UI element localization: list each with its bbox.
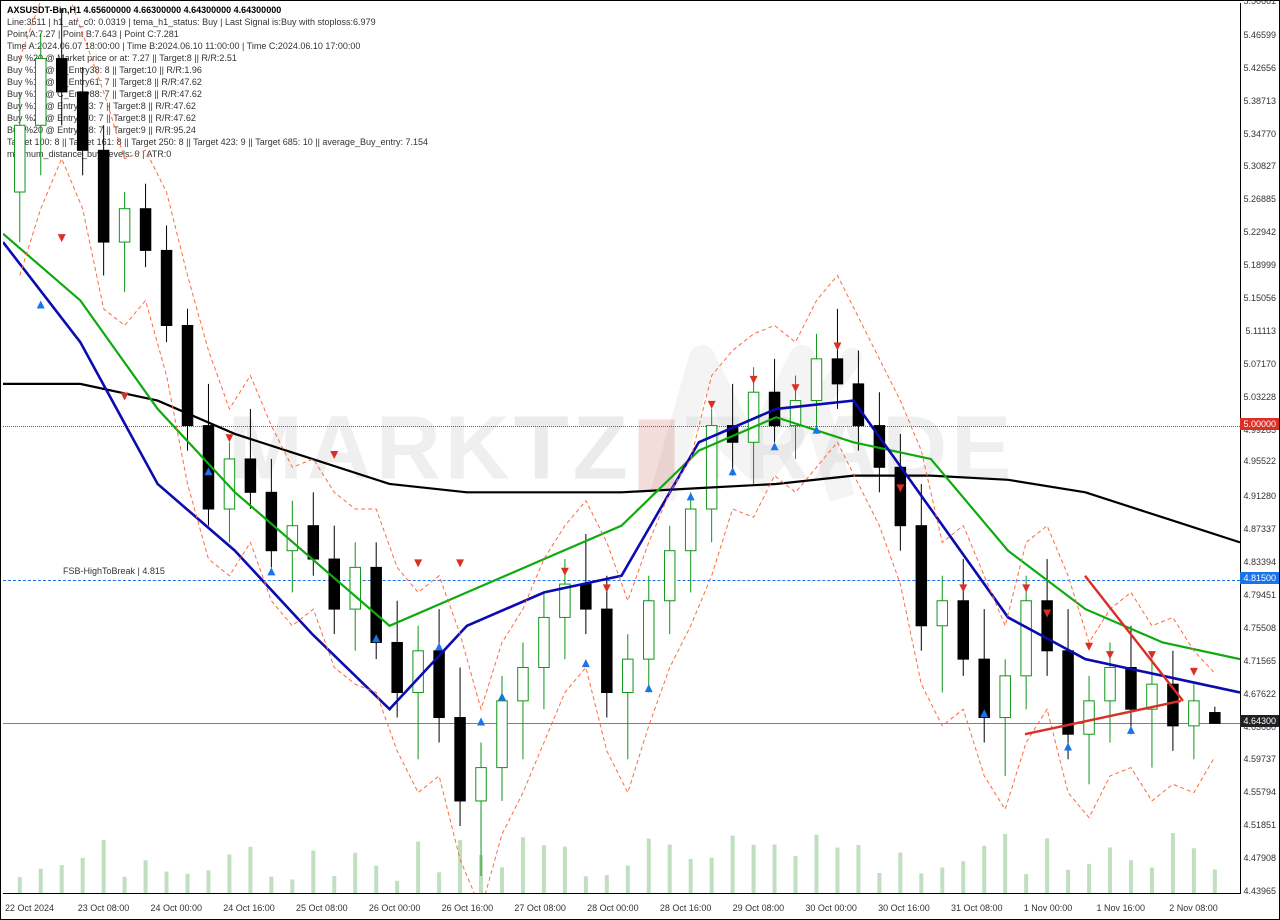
y-tick: 4.43965 (1243, 886, 1276, 896)
y-tick: 4.71565 (1243, 656, 1276, 666)
y-tick: 5.15056 (1243, 293, 1276, 303)
y-tick: 5.46599 (1243, 30, 1276, 40)
y-tick: 5.34770 (1243, 129, 1276, 139)
y-tick: 4.55794 (1243, 787, 1276, 797)
y-axis: 5.50661 5.46599 5.42656 5.38713 5.34770 5.308… (1239, 1, 1279, 894)
x-tick: 31 Oct 08:00 (951, 903, 1003, 913)
y-tick: 4.91280 (1243, 491, 1276, 501)
x-tick: 29 Oct 08:00 (733, 903, 785, 913)
x-tick: 30 Oct 00:00 (805, 903, 857, 913)
x-tick: 2 Nov 08:00 (1169, 903, 1218, 913)
y-tick: 4.67622 (1243, 689, 1276, 699)
y-tick: 5.26885 (1243, 194, 1276, 204)
y-tick: 4.51851 (1243, 820, 1276, 830)
y-tick: 5.18999 (1243, 260, 1276, 270)
price-label-current: 4.64300 (1240, 715, 1279, 727)
y-tick: 5.42656 (1243, 63, 1276, 73)
x-tick: 28 Oct 16:00 (660, 903, 712, 913)
chart-svg (3, 3, 1240, 893)
y-tick: 5.07170 (1243, 359, 1276, 369)
y-tick: 4.79451 (1243, 590, 1276, 600)
x-tick: 30 Oct 16:00 (878, 903, 930, 913)
y-tick: 4.47908 (1243, 853, 1276, 863)
chart-container: MARKTZ▮TRADE AXSUSDT-Bin,H1 4.65600000 4… (0, 0, 1280, 920)
y-tick: 5.03228 (1243, 392, 1276, 402)
y-tick: 5.22942 (1243, 227, 1276, 237)
chart-plot-area[interactable]: MARKTZ▮TRADE AXSUSDT-Bin,H1 4.65600000 4… (3, 3, 1241, 894)
x-tick: 1 Nov 16:00 (1096, 903, 1145, 913)
x-tick: 24 Oct 00:00 (151, 903, 203, 913)
y-tick: 5.30827 (1243, 161, 1276, 171)
x-tick: 1 Nov 00:00 (1024, 903, 1073, 913)
y-tick: 4.83394 (1243, 557, 1276, 567)
y-tick: 4.59737 (1243, 754, 1276, 764)
x-tick: 25 Oct 08:00 (296, 903, 348, 913)
y-tick: 5.38713 (1243, 96, 1276, 106)
price-label-5: 5.00000 (1240, 418, 1279, 430)
y-tick: 4.87337 (1243, 524, 1276, 534)
x-tick: 23 Oct 08:00 (78, 903, 130, 913)
price-label-fsb: 4.81500 (1240, 572, 1279, 584)
y-tick: 5.50661 (1243, 0, 1276, 6)
y-tick: 4.75508 (1243, 623, 1276, 633)
x-tick: 22 Oct 2024 (5, 903, 54, 913)
x-tick: 24 Oct 16:00 (223, 903, 275, 913)
x-tick: 26 Oct 16:00 (442, 903, 494, 913)
x-tick: 26 Oct 00:00 (369, 903, 421, 913)
y-tick: 4.95522 (1243, 456, 1276, 466)
x-tick: 28 Oct 00:00 (587, 903, 639, 913)
y-tick: 5.11113 (1245, 326, 1276, 336)
x-axis: 22 Oct 2024 23 Oct 08:00 24 Oct 00:00 24 Oc… (1, 893, 1240, 919)
x-tick: 27 Oct 08:00 (514, 903, 566, 913)
